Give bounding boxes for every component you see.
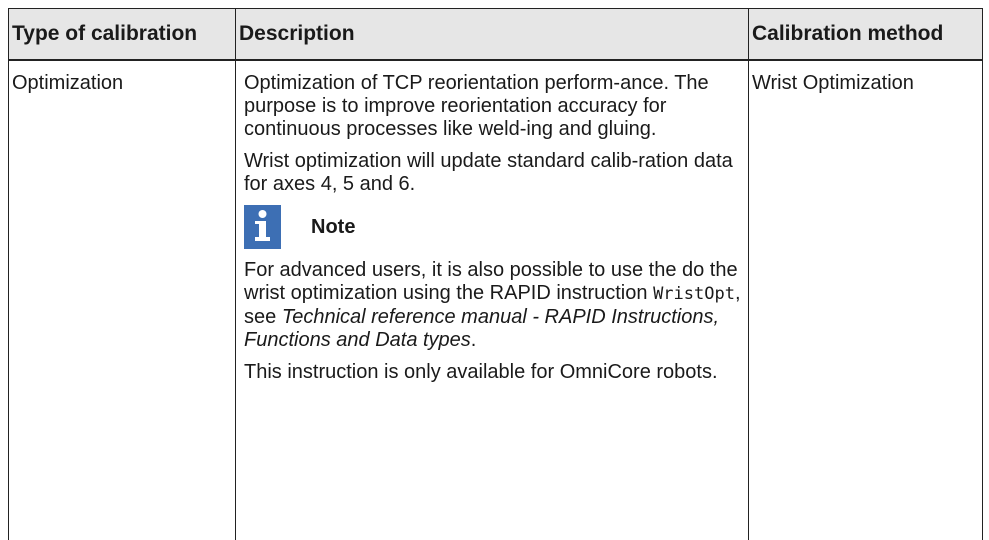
header-divider: [8, 59, 983, 61]
note-label: Note: [311, 215, 356, 238]
table-border-right: [982, 8, 983, 540]
header-calibration-method: Calibration method: [752, 21, 944, 45]
header-type-of-calibration: Type of calibration: [12, 21, 198, 45]
description-paragraph-2: Wrist optimization will update standard …: [244, 150, 733, 195]
column-divider-2: [748, 8, 749, 540]
description-paragraph-1: Optimization of TCP reorientation perfor…: [244, 72, 709, 140]
manual-reference: Technical reference manual - RAPID Instr…: [244, 306, 720, 351]
table-header-row: Type of calibration Description Calibrat…: [8, 8, 983, 59]
note-paragraph-1: For advanced users, it is also possible …: [244, 259, 744, 352]
calibration-table: Type of calibration Description Calibrat…: [8, 8, 983, 540]
info-icon: [244, 205, 281, 249]
note-paragraph-2: This instruction is only available for O…: [244, 361, 718, 383]
cell-type: Optimization: [12, 72, 124, 94]
cell-description: Optimization of TCP reorientation perfor…: [244, 72, 744, 393]
header-description: Description: [239, 21, 355, 45]
table-border-top: [8, 8, 983, 9]
column-divider-1: [235, 8, 236, 540]
note-block: Note: [244, 205, 744, 249]
note-text-end: .: [470, 329, 477, 351]
cell-method: Wrist Optimization: [752, 72, 914, 94]
table-border-left: [8, 8, 9, 540]
code-wristopt: WristOpt: [653, 284, 735, 304]
